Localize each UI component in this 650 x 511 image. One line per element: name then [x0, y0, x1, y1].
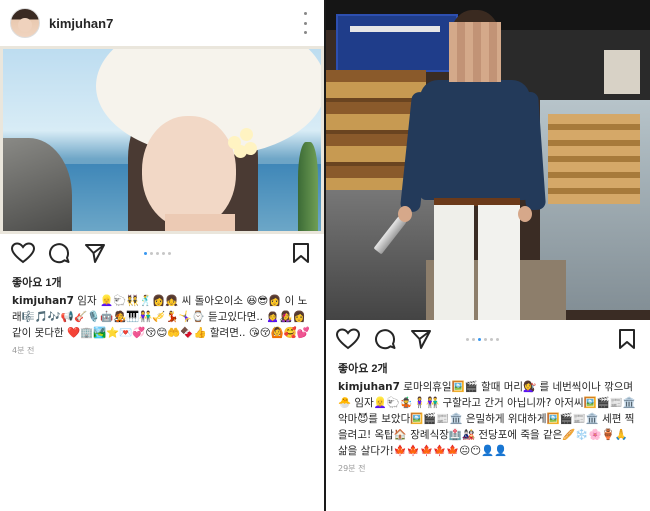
pixelated-face [449, 22, 501, 82]
bookmark-icon[interactable] [618, 328, 636, 350]
comment-icon[interactable] [374, 328, 396, 350]
share-icon[interactable] [84, 242, 106, 264]
avatar[interactable] [10, 8, 40, 38]
post-photo[interactable] [0, 46, 324, 234]
username[interactable]: kimjuhan7 [49, 16, 113, 31]
more-options-icon[interactable] [302, 12, 308, 34]
caption: kimjuhan7 임자 👱‍♀️🐑👯🕺👩👧 씨 돌아오이소 😆😎👩 이 노래🎼… [0, 293, 324, 341]
post-card: kimjuhan7 좋아요 1개 kimjuhan7 임자 👱‍♀️🐑👯🕺👩👧 … [0, 0, 324, 511]
likes-count[interactable]: 좋아요 2개 [326, 360, 650, 376]
action-row [326, 320, 650, 358]
likes-count[interactable]: 좋아요 1개 [0, 274, 324, 290]
bookmark-icon[interactable] [292, 242, 310, 264]
heart-icon[interactable] [336, 328, 360, 350]
store-banner [336, 14, 458, 72]
share-icon[interactable] [410, 328, 432, 350]
post-card: 좋아요 2개 kimjuhan7 로마의휴일🖼️🎬 할때 머리💇‍♀️ 를 네번… [326, 0, 650, 511]
carousel-dots [466, 338, 499, 341]
post-header: kimjuhan7 [0, 0, 324, 46]
action-row [0, 234, 324, 272]
caption-username[interactable]: kimjuhan7 [12, 295, 74, 307]
heart-icon[interactable] [11, 242, 35, 264]
caption-username[interactable]: kimjuhan7 [338, 381, 400, 393]
caption: kimjuhan7 로마의휴일🖼️🎬 할때 머리💇‍♀️ 를 네번씩이나 깎으며… [326, 379, 650, 459]
timestamp: 29분 전 [338, 464, 366, 473]
timestamp: 4분 전 [12, 346, 35, 355]
carousel-dots [144, 252, 171, 255]
post-photo[interactable] [326, 0, 650, 320]
comment-icon[interactable] [48, 242, 70, 264]
